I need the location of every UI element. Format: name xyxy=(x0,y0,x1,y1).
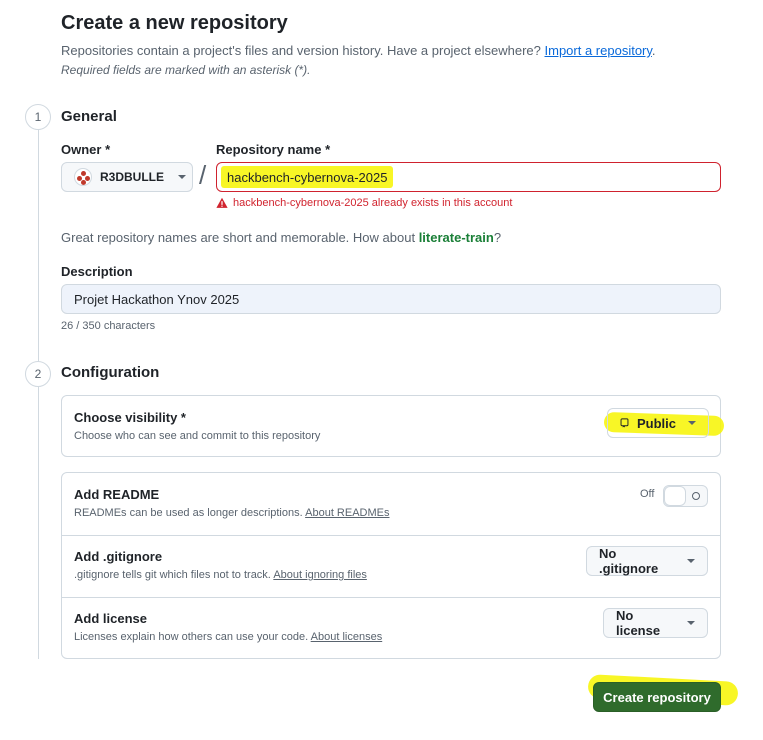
required-fields-note: Required fields are marked with an aster… xyxy=(61,63,311,77)
owner-name: R3DBULLE xyxy=(100,170,165,184)
error-text: hackbench-cybernova-2025 already exists … xyxy=(233,197,513,209)
license-title: Add license xyxy=(74,611,147,626)
gitignore-subtitle: .gitignore tells git which files not to … xyxy=(74,569,367,581)
description-input[interactable]: Projet Hackathon Ynov 2025 xyxy=(61,284,721,314)
gitignore-title: Add .gitignore xyxy=(74,549,163,564)
step-number-configuration: 2 xyxy=(25,361,51,387)
visibility-select-button[interactable]: Public xyxy=(607,408,709,438)
name-suggestion-hint: Great repository names are short and mem… xyxy=(61,230,501,245)
repository-name-label: Repository name * xyxy=(216,142,331,157)
description-char-count: 26 / 350 characters xyxy=(61,320,156,332)
row-divider xyxy=(62,535,720,536)
hint-text: Great repository names are short and mem… xyxy=(61,230,416,245)
visibility-value: Public xyxy=(636,415,676,431)
toggle-off-icon xyxy=(692,492,700,500)
step-number-general: 1 xyxy=(25,104,51,130)
readme-toggle[interactable] xyxy=(663,485,708,507)
suggested-name[interactable]: literate-train xyxy=(419,230,494,245)
visibility-card: Choose visibility * Choose who can see a… xyxy=(61,395,725,457)
hint-suffix: ? xyxy=(493,230,502,245)
repository-name-input[interactable]: hackbench-cybernova-2025 xyxy=(216,162,721,192)
readme-title: Add README xyxy=(74,487,160,502)
chevron-down-icon xyxy=(688,421,696,425)
repository-name-error: hackbench-cybernova-2025 already exists … xyxy=(216,197,512,209)
readme-subtitle: READMEs can be used as longer descriptio… xyxy=(74,507,390,519)
page-title: Create a new repository xyxy=(61,12,288,34)
gitignore-value: No .gitignore xyxy=(599,546,659,576)
about-ignoring-files-link[interactable]: About ignoring files xyxy=(273,569,367,581)
repo-book-icon xyxy=(620,418,629,428)
import-repository-link[interactable]: Import a repository xyxy=(545,43,652,58)
license-select-button[interactable]: No license xyxy=(603,608,708,638)
row-divider xyxy=(62,597,720,598)
readme-toggle-label: Off xyxy=(640,488,655,500)
chevron-down-icon xyxy=(687,559,695,563)
license-subtitle: Licenses explain how others can use your… xyxy=(74,631,382,643)
readme-subtitle-text: READMEs can be used as longer descriptio… xyxy=(74,507,303,519)
gitignore-subtitle-text: .gitignore tells git which files not to … xyxy=(74,569,271,581)
alert-triangle-icon xyxy=(216,197,228,208)
create-repository-button[interactable]: Create repository xyxy=(593,682,721,712)
subtitle-text: Repositories contain a project's files a… xyxy=(61,43,541,58)
chevron-down-icon xyxy=(687,621,695,625)
visibility-subtitle: Choose who can see and commit to this re… xyxy=(74,430,321,442)
visibility-title: Choose visibility * xyxy=(74,410,186,425)
steps-timeline-line xyxy=(38,127,39,659)
license-value: No license xyxy=(616,608,661,638)
section-title-general: General xyxy=(61,108,117,125)
description-value: Projet Hackathon Ynov 2025 xyxy=(74,291,240,307)
owner-repo-separator: / xyxy=(199,160,207,190)
page-subtitle: Repositories contain a project's files a… xyxy=(61,43,656,58)
section-title-configuration: Configuration xyxy=(61,364,160,381)
gitignore-select-button[interactable]: No .gitignore xyxy=(586,546,708,576)
options-card: Add README READMEs can be used as longer… xyxy=(61,472,721,659)
owner-label: Owner * xyxy=(61,142,111,157)
owner-avatar xyxy=(74,168,92,186)
subtitle-suffix: . xyxy=(651,43,656,58)
toggle-knob xyxy=(664,486,686,506)
owner-select-button[interactable]: R3DBULLE xyxy=(61,162,193,192)
about-licenses-link[interactable]: About licenses xyxy=(311,631,383,643)
about-readmes-link[interactable]: About READMEs xyxy=(305,507,389,519)
chevron-down-icon xyxy=(178,175,187,179)
description-label: Description xyxy=(61,264,133,279)
repository-name-value: hackbench-cybernova-2025 xyxy=(227,169,388,185)
license-subtitle-text: Licenses explain how others can use your… xyxy=(74,631,309,643)
